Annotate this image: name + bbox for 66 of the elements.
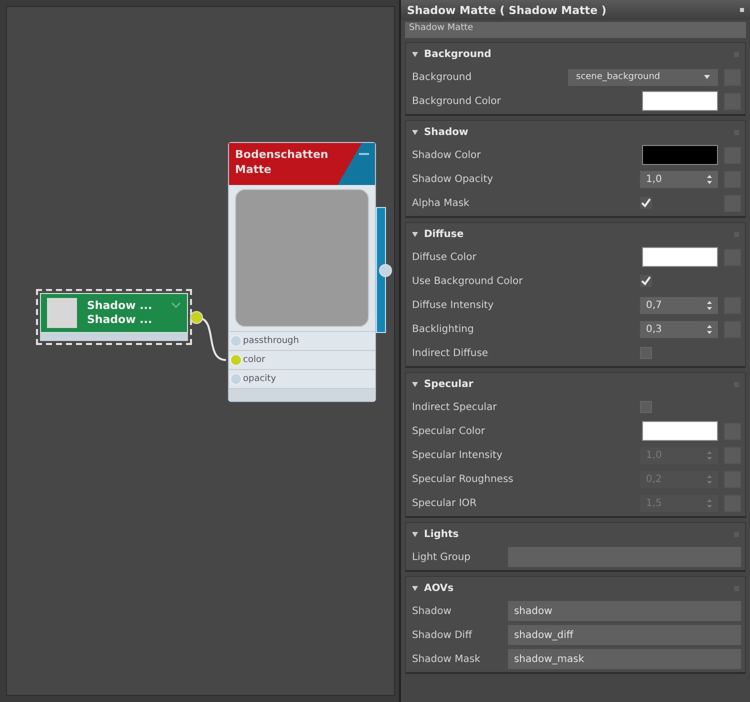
close-icon[interactable] xyxy=(740,8,744,12)
property-label: Shadow xyxy=(412,606,452,616)
section-title[interactable]: Diffuse xyxy=(424,228,728,240)
number-spinner[interactable]: 0,7 xyxy=(640,296,718,314)
property-label: Indirect Diffuse xyxy=(412,348,490,358)
property-label: Specular IOR xyxy=(412,498,478,508)
text-field[interactable]: shadow_mask xyxy=(508,649,741,669)
property-label: Shadow Mask xyxy=(412,654,482,664)
thumbnail xyxy=(47,298,77,328)
property-label: Specular Intensity xyxy=(412,450,504,460)
property-label: Specular Color xyxy=(412,426,486,436)
collapse-arrow-icon[interactable] xyxy=(412,382,418,386)
port-label: color xyxy=(243,355,266,365)
section-title[interactable]: Specular xyxy=(424,378,728,390)
section-title[interactable]: AOVs xyxy=(424,582,728,594)
collapse-arrow-icon[interactable] xyxy=(412,232,418,236)
node-label: Shadow ... xyxy=(87,313,154,327)
property-label: Background xyxy=(412,72,473,82)
field-value: shadow xyxy=(514,606,552,616)
property-label: Background Color xyxy=(412,96,502,106)
input-port[interactable] xyxy=(230,354,242,366)
material-node[interactable]: Bodenschatten Matte passthrough color opacity xyxy=(228,142,376,402)
dropdown[interactable]: scene_background xyxy=(568,68,718,86)
property-label: Shadow Opacity xyxy=(412,174,494,184)
output-port[interactable] xyxy=(379,264,392,277)
property-label: Diffuse Intensity xyxy=(412,300,495,310)
collapse-arrow-icon[interactable] xyxy=(412,532,418,536)
field-value: shadow_diff xyxy=(514,630,574,640)
name-field[interactable]: Shadow Matte xyxy=(404,22,746,38)
input-port[interactable] xyxy=(230,373,242,385)
node-title: Bodenschatten Matte xyxy=(235,147,330,177)
color-swatch[interactable] xyxy=(642,145,718,165)
color-swatch[interactable] xyxy=(642,247,718,267)
property-label: Diffuse Color xyxy=(412,252,478,262)
collapse-arrow-icon[interactable] xyxy=(412,586,418,590)
panel-title: Shadow Matte ( Shadow Matte ) xyxy=(406,4,606,16)
text-field[interactable]: shadow xyxy=(508,601,741,621)
collapse-arrow-icon[interactable] xyxy=(412,130,418,134)
property-label: Backlighting xyxy=(412,324,475,334)
property-label: Shadow Color xyxy=(412,150,482,160)
section-title[interactable]: Lights xyxy=(424,528,728,540)
output-port[interactable] xyxy=(190,311,203,324)
checkbox[interactable] xyxy=(640,274,652,286)
number-spinner[interactable]: 0,3 xyxy=(640,320,718,338)
number-spinner[interactable]: 1,0 xyxy=(640,170,718,188)
collapse-arrow-icon[interactable] xyxy=(412,52,418,56)
property-label: Alpha Mask xyxy=(412,198,470,208)
section-title[interactable]: Shadow xyxy=(424,126,728,138)
chevron-icon[interactable] xyxy=(171,302,181,308)
property-label: Use Background Color xyxy=(412,276,524,286)
property-label: Shadow Diff xyxy=(412,630,474,640)
input-port[interactable] xyxy=(230,335,242,347)
map-node[interactable]: Shadow ... Shadow ... xyxy=(36,289,192,345)
port-label: opacity xyxy=(243,374,276,384)
field-value: shadow_mask xyxy=(514,654,584,664)
dropdown-arrow-icon xyxy=(704,75,710,79)
port-label: passthrough xyxy=(243,336,299,346)
color-swatch[interactable] xyxy=(642,91,718,111)
text-field[interactable]: shadow_diff xyxy=(508,625,741,645)
property-label: Specular Roughness xyxy=(412,474,514,484)
section-title[interactable]: Background xyxy=(424,48,728,60)
property-label: Indirect Specular xyxy=(412,402,498,412)
node-label: Shadow ... xyxy=(87,299,154,313)
checkbox[interactable] xyxy=(640,196,652,208)
property-label: Light Group xyxy=(412,552,472,562)
color-swatch[interactable] xyxy=(642,421,718,441)
